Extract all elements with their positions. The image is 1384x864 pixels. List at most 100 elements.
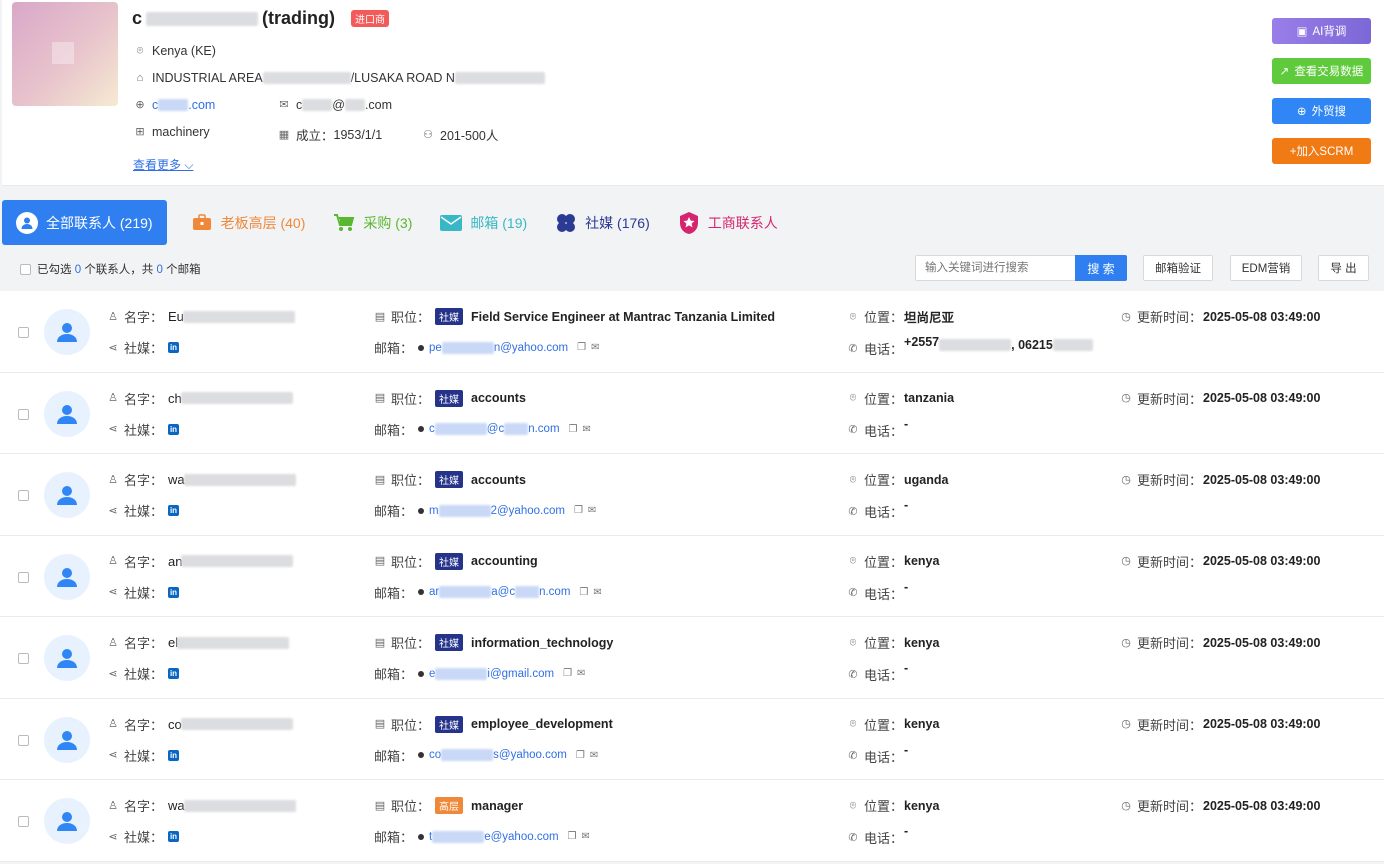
linkedin-icon[interactable]: in bbox=[168, 505, 180, 516]
share-icon: ⋖ bbox=[108, 341, 118, 354]
location-pin-icon: ⌾ bbox=[849, 799, 857, 812]
contact-phone: - bbox=[904, 579, 909, 594]
send-mail-icon[interactable]: ✉ bbox=[593, 587, 601, 598]
add-scrm-button[interactable]: +加入SCRM bbox=[1272, 138, 1371, 164]
search-button[interactable]: 搜 索 bbox=[1075, 255, 1127, 281]
contact-name: wa bbox=[168, 472, 185, 487]
email-suffix: .com bbox=[364, 98, 393, 112]
copy-icon[interactable]: ❐ bbox=[574, 505, 583, 516]
edm-marketing-button[interactable]: EDM营销 bbox=[1230, 255, 1302, 281]
row-checkbox[interactable] bbox=[18, 734, 29, 746]
updated-field: ◷ 更新时间： 2025-05-08 03:49:00 bbox=[1121, 472, 1321, 489]
people-icon: ⚇ bbox=[423, 128, 433, 141]
email-part-b[interactable]: s@yahoo.com bbox=[493, 749, 567, 761]
country-row: ⌾ Kenya (KE) bbox=[134, 44, 216, 58]
selection-summary: 已勾选 0 个联系人，共 0 个邮箱 bbox=[20, 261, 201, 277]
tab-executives[interactable]: 老板高层 (40) bbox=[177, 200, 320, 245]
calendar-icon: ▦ bbox=[278, 128, 290, 141]
location-field: ⌾ 位置： kenya bbox=[847, 633, 940, 652]
email-part-c[interactable]: n.com bbox=[539, 586, 570, 598]
social-field: ⋖ 社媒： in bbox=[108, 748, 180, 764]
tab-business-contacts[interactable]: 工商联系人 bbox=[664, 200, 792, 245]
email-part-a[interactable]: co bbox=[429, 749, 441, 761]
contact-row: ♙ 名字： an ⋖ 社媒： in ▤ 职位： 社媒 accounting 邮箱… bbox=[0, 535, 1384, 617]
title-field: ▤ 职位： 社媒 information_technology bbox=[374, 634, 614, 651]
contact-row: ♙ 名字： wa ⋖ 社媒： in ▤ 职位： 社媒 accounts 邮箱： … bbox=[0, 454, 1384, 536]
linkedin-icon[interactable]: in bbox=[168, 831, 180, 842]
email-part-b[interactable]: a@c bbox=[491, 586, 515, 598]
keyword-search-input[interactable] bbox=[915, 255, 1076, 281]
send-mail-icon[interactable]: ✉ bbox=[590, 750, 598, 761]
trade-search-button[interactable]: ⊕ 外贸搜 bbox=[1272, 98, 1371, 124]
title-field: ▤ 职位： 高层 manager bbox=[374, 797, 524, 814]
send-mail-icon[interactable]: ✉ bbox=[591, 342, 599, 353]
send-mail-icon[interactable]: ✉ bbox=[577, 668, 585, 679]
email-part-b[interactable]: i@gmail.com bbox=[487, 668, 554, 680]
row-checkbox[interactable] bbox=[18, 327, 29, 338]
company-name-redacted bbox=[146, 11, 259, 26]
send-mail-icon[interactable]: ✉ bbox=[583, 424, 591, 435]
row-checkbox[interactable] bbox=[18, 490, 29, 501]
avatar bbox=[44, 716, 90, 763]
location-pin-icon: ⌾ bbox=[849, 392, 857, 404]
linkedin-icon[interactable]: in bbox=[168, 749, 180, 761]
email-status-dot bbox=[418, 752, 425, 758]
tab-email[interactable]: 邮箱 (19) bbox=[426, 200, 541, 245]
contact-phone: - bbox=[904, 661, 909, 675]
job-title: employee_development bbox=[471, 717, 613, 731]
share-icon: ⋖ bbox=[108, 423, 118, 435]
email-part-a[interactable]: c bbox=[429, 423, 435, 435]
briefcase-icon bbox=[191, 212, 213, 234]
avatar bbox=[44, 635, 90, 681]
export-button[interactable]: 导 出 bbox=[1318, 255, 1369, 281]
linkedin-icon[interactable]: in bbox=[168, 668, 180, 679]
email-verify-button[interactable]: 邮箱验证 bbox=[1143, 255, 1213, 281]
email-part-b[interactable]: n@yahoo.com bbox=[494, 342, 568, 354]
company-card: c (trading) 进口商 ⌾ Kenya (KE) ⌂ INDUSTRIA… bbox=[2, 0, 1384, 186]
row-checkbox[interactable] bbox=[18, 653, 29, 664]
copy-icon[interactable]: ❐ bbox=[576, 750, 585, 761]
show-more-link[interactable]: 查看更多 ⌵ bbox=[133, 156, 193, 173]
tab-social[interactable]: 社媒 (176) bbox=[541, 200, 664, 245]
envelope-icon bbox=[440, 212, 463, 234]
email-part-c[interactable]: n.com bbox=[528, 423, 559, 435]
person-icon: ♙ bbox=[108, 392, 118, 404]
linkedin-icon[interactable]: in bbox=[168, 423, 180, 435]
email-field: 邮箱： ar a@c n.com ❐ ✉ bbox=[374, 585, 602, 601]
website-row[interactable]: ⊕ c .com bbox=[134, 98, 215, 112]
copy-icon[interactable]: ❐ bbox=[579, 587, 588, 598]
copy-icon[interactable]: ❐ bbox=[568, 831, 577, 842]
phone-field: ✆ 电话： - bbox=[848, 416, 909, 439]
send-mail-icon[interactable]: ✉ bbox=[588, 505, 596, 516]
email-part-b[interactable]: 2@yahoo.com bbox=[491, 505, 565, 517]
phone-field: ✆ 电话： - bbox=[848, 742, 909, 765]
row-checkbox[interactable] bbox=[18, 571, 29, 583]
contact-row: ♙ 名字： Eu ⋖ 社媒： in ▤ 职位： 社媒 Field Service… bbox=[0, 291, 1384, 373]
linkedin-icon[interactable]: in bbox=[168, 586, 180, 598]
copy-icon[interactable]: ❐ bbox=[577, 342, 586, 353]
contact-location: tanzania bbox=[904, 391, 955, 405]
website-suffix[interactable]: .com bbox=[188, 98, 215, 112]
updated-field: ◷ 更新时间： 2025-05-08 03:49:00 bbox=[1121, 309, 1321, 326]
email-part-b[interactable]: e@yahoo.com bbox=[484, 831, 558, 843]
email-part-a[interactable]: pe bbox=[429, 342, 442, 354]
copy-icon[interactable]: ❐ bbox=[563, 668, 572, 679]
copy-icon[interactable]: ❐ bbox=[569, 424, 578, 435]
send-mail-icon[interactable]: ✉ bbox=[582, 831, 590, 842]
industry-text: machinery bbox=[152, 125, 210, 139]
ai-research-button[interactable]: ▣ AI背调 bbox=[1272, 18, 1371, 44]
tab-all-contacts[interactable]: 全部联系人 (219) bbox=[2, 200, 167, 245]
location-pin-icon: ⌾ bbox=[849, 310, 857, 323]
updated-time: 2025-05-08 03:49:00 bbox=[1203, 309, 1321, 324]
linkedin-icon[interactable]: in bbox=[168, 342, 180, 353]
email-part-b[interactable]: @c bbox=[487, 423, 504, 435]
contact-phone-2: , 06215 bbox=[1011, 337, 1053, 352]
email-part-a[interactable]: ar bbox=[429, 586, 439, 598]
tab-purchasing[interactable]: 采购 (3) bbox=[319, 200, 426, 245]
select-all-checkbox[interactable] bbox=[20, 263, 31, 275]
social-field: ⋖ 社媒： in bbox=[108, 585, 180, 601]
trade-data-button[interactable]: ↗ 查看交易数据 bbox=[1272, 58, 1371, 84]
email-part-a[interactable]: m bbox=[429, 505, 439, 517]
row-checkbox[interactable] bbox=[18, 408, 29, 420]
row-checkbox[interactable] bbox=[18, 816, 29, 827]
